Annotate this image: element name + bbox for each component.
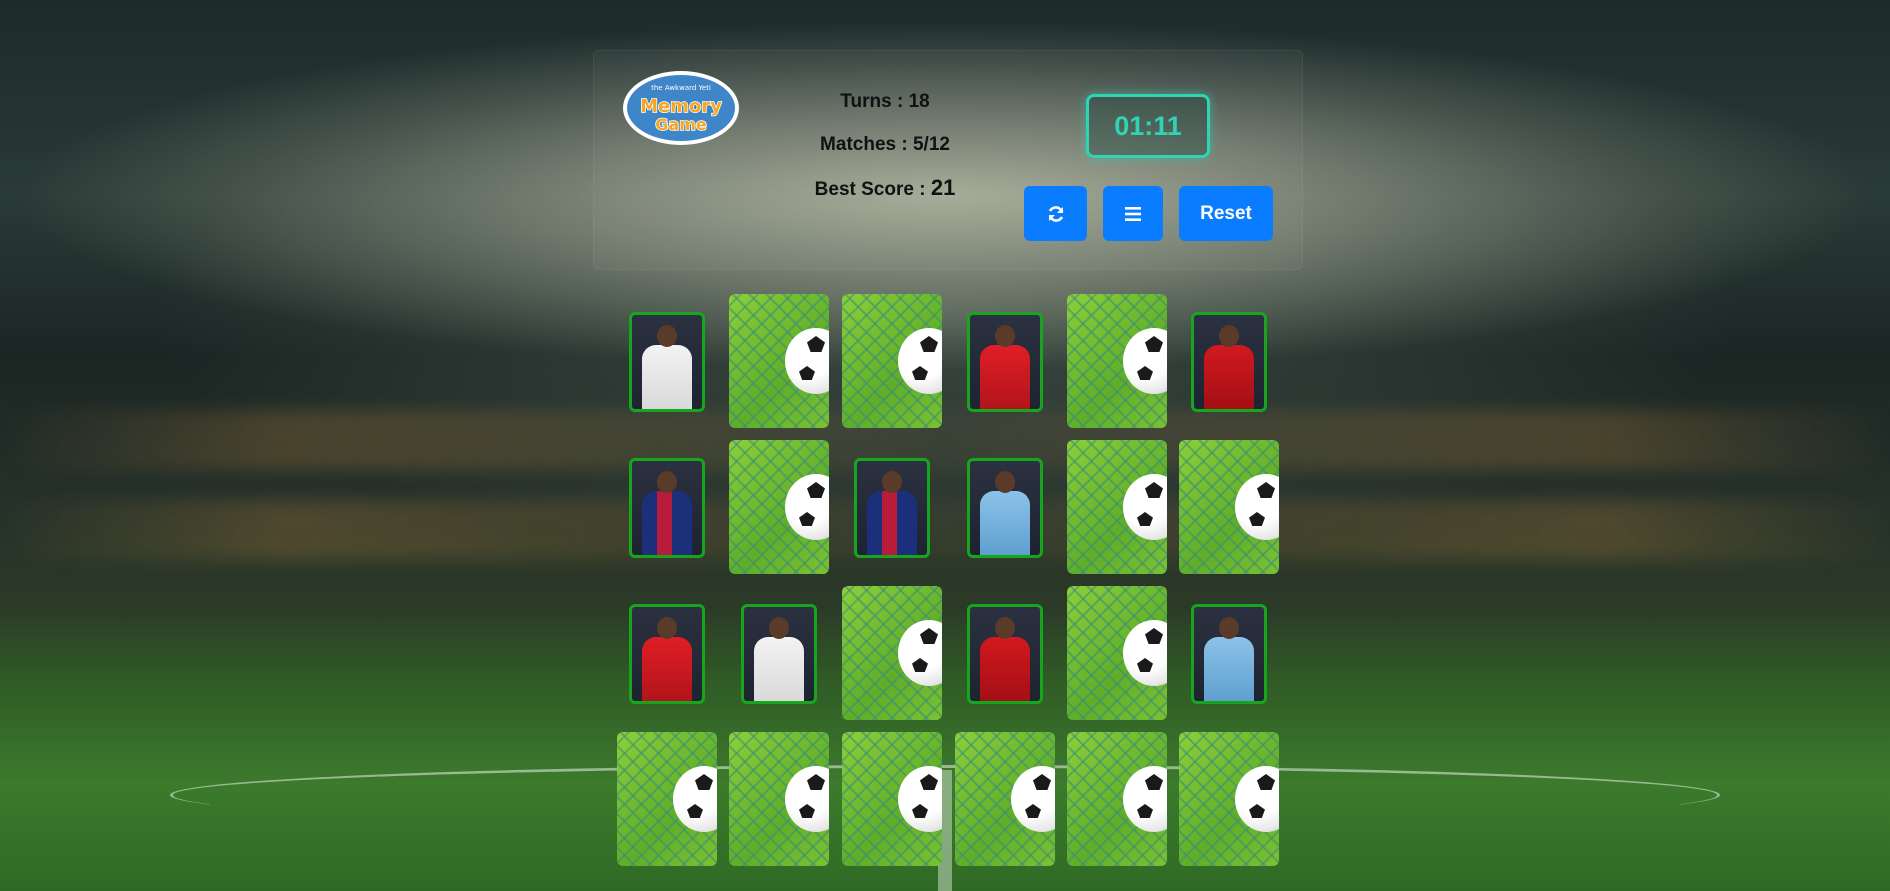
card-face-down[interactable] [842,294,942,428]
card-matched-liv[interactable] [967,604,1043,704]
card-matched-barca[interactable] [629,458,705,558]
player-photo [1194,607,1264,701]
soccer-ball-icon [898,766,942,832]
card-face-down[interactable] [1067,440,1167,574]
soccer-ball-icon [898,328,942,394]
card-face-down[interactable] [842,586,942,720]
card-face-down[interactable] [729,732,829,866]
soccer-ball-icon [898,620,942,686]
soccer-ball-icon [1123,474,1167,540]
card-face-down[interactable] [617,732,717,866]
soccer-ball-icon [1123,328,1167,394]
card-matched-red[interactable] [629,604,705,704]
card-face-down[interactable] [729,440,829,574]
player-photo [1194,315,1264,409]
card-matched-barca[interactable] [854,458,930,558]
card-matched-white[interactable] [741,604,817,704]
card-face-down[interactable] [1067,586,1167,720]
player-photo [632,607,702,701]
best-score-stat: Best Score : 21 [790,176,980,219]
pitch-center-circle [170,765,1720,825]
player-photo [744,607,814,701]
turns-stat: Turns : 18 [790,90,980,133]
card-matched-city[interactable] [967,458,1043,558]
best-score-value: 21 [930,175,956,200]
reset-button[interactable]: Reset [1179,186,1273,241]
svg-text:the Awkward Yeti: the Awkward Yeti [651,84,711,92]
menu-button[interactable] [1103,186,1163,241]
refresh-button[interactable] [1024,186,1087,241]
player-photo [970,607,1040,701]
card-matched-red[interactable] [967,312,1043,412]
soccer-ball-icon [1123,620,1167,686]
player-photo [970,315,1040,409]
game-timer: 01:11 [1086,94,1210,158]
stand-lights-lower [0,500,1890,560]
card-matched-city[interactable] [1191,604,1267,704]
soccer-ball-icon [1235,766,1279,832]
card-face-down[interactable] [1179,440,1279,574]
card-face-down[interactable] [1067,732,1167,866]
soccer-ball-icon [785,328,829,394]
card-face-down[interactable] [955,732,1055,866]
svg-text:Game: Game [655,115,707,134]
card-matched-white[interactable] [629,312,705,412]
player-photo [857,461,927,555]
soccer-ball-icon [673,766,717,832]
player-photo [632,315,702,409]
card-face-down[interactable] [1179,732,1279,866]
card-matched-liv[interactable] [1191,312,1267,412]
player-photo [970,461,1040,555]
turns-value: 18 [908,91,930,112]
matches-value: 5/12 [912,134,950,155]
soccer-ball-icon [785,474,829,540]
stats-panel: Turns : 18 Matches : 5/12 Best Score : 2… [790,90,980,219]
soccer-ball-icon [1011,766,1055,832]
stand-lights-upper [0,410,1890,470]
player-photo [632,461,702,555]
menu-icon [1125,206,1141,221]
card-face-down[interactable] [1067,294,1167,428]
card-face-down[interactable] [842,732,942,866]
turns-label: Turns : [840,91,909,112]
soccer-ball-icon [1235,474,1279,540]
soccer-ball-icon [785,766,829,832]
svg-text:Memory: Memory [640,96,722,117]
memory-game-logo: the Awkward Yeti Memory Game [623,71,739,145]
card-face-down[interactable] [729,294,829,428]
matches-stat: Matches : 5/12 [790,133,980,176]
soccer-ball-icon [1123,766,1167,832]
refresh-icon [1048,205,1063,222]
matches-label: Matches : [820,134,913,155]
best-score-label: Best Score : [814,179,931,200]
